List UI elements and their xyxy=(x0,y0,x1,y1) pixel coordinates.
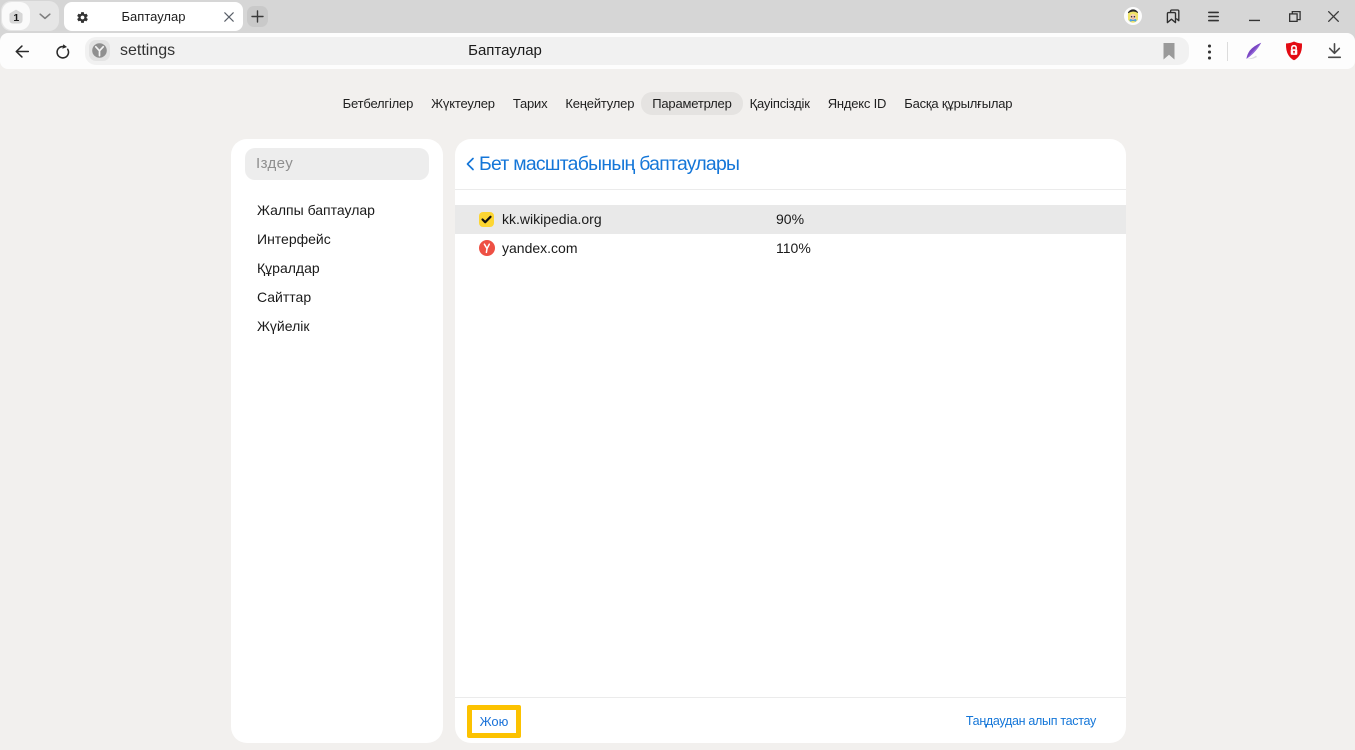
svg-text:1: 1 xyxy=(13,11,19,23)
